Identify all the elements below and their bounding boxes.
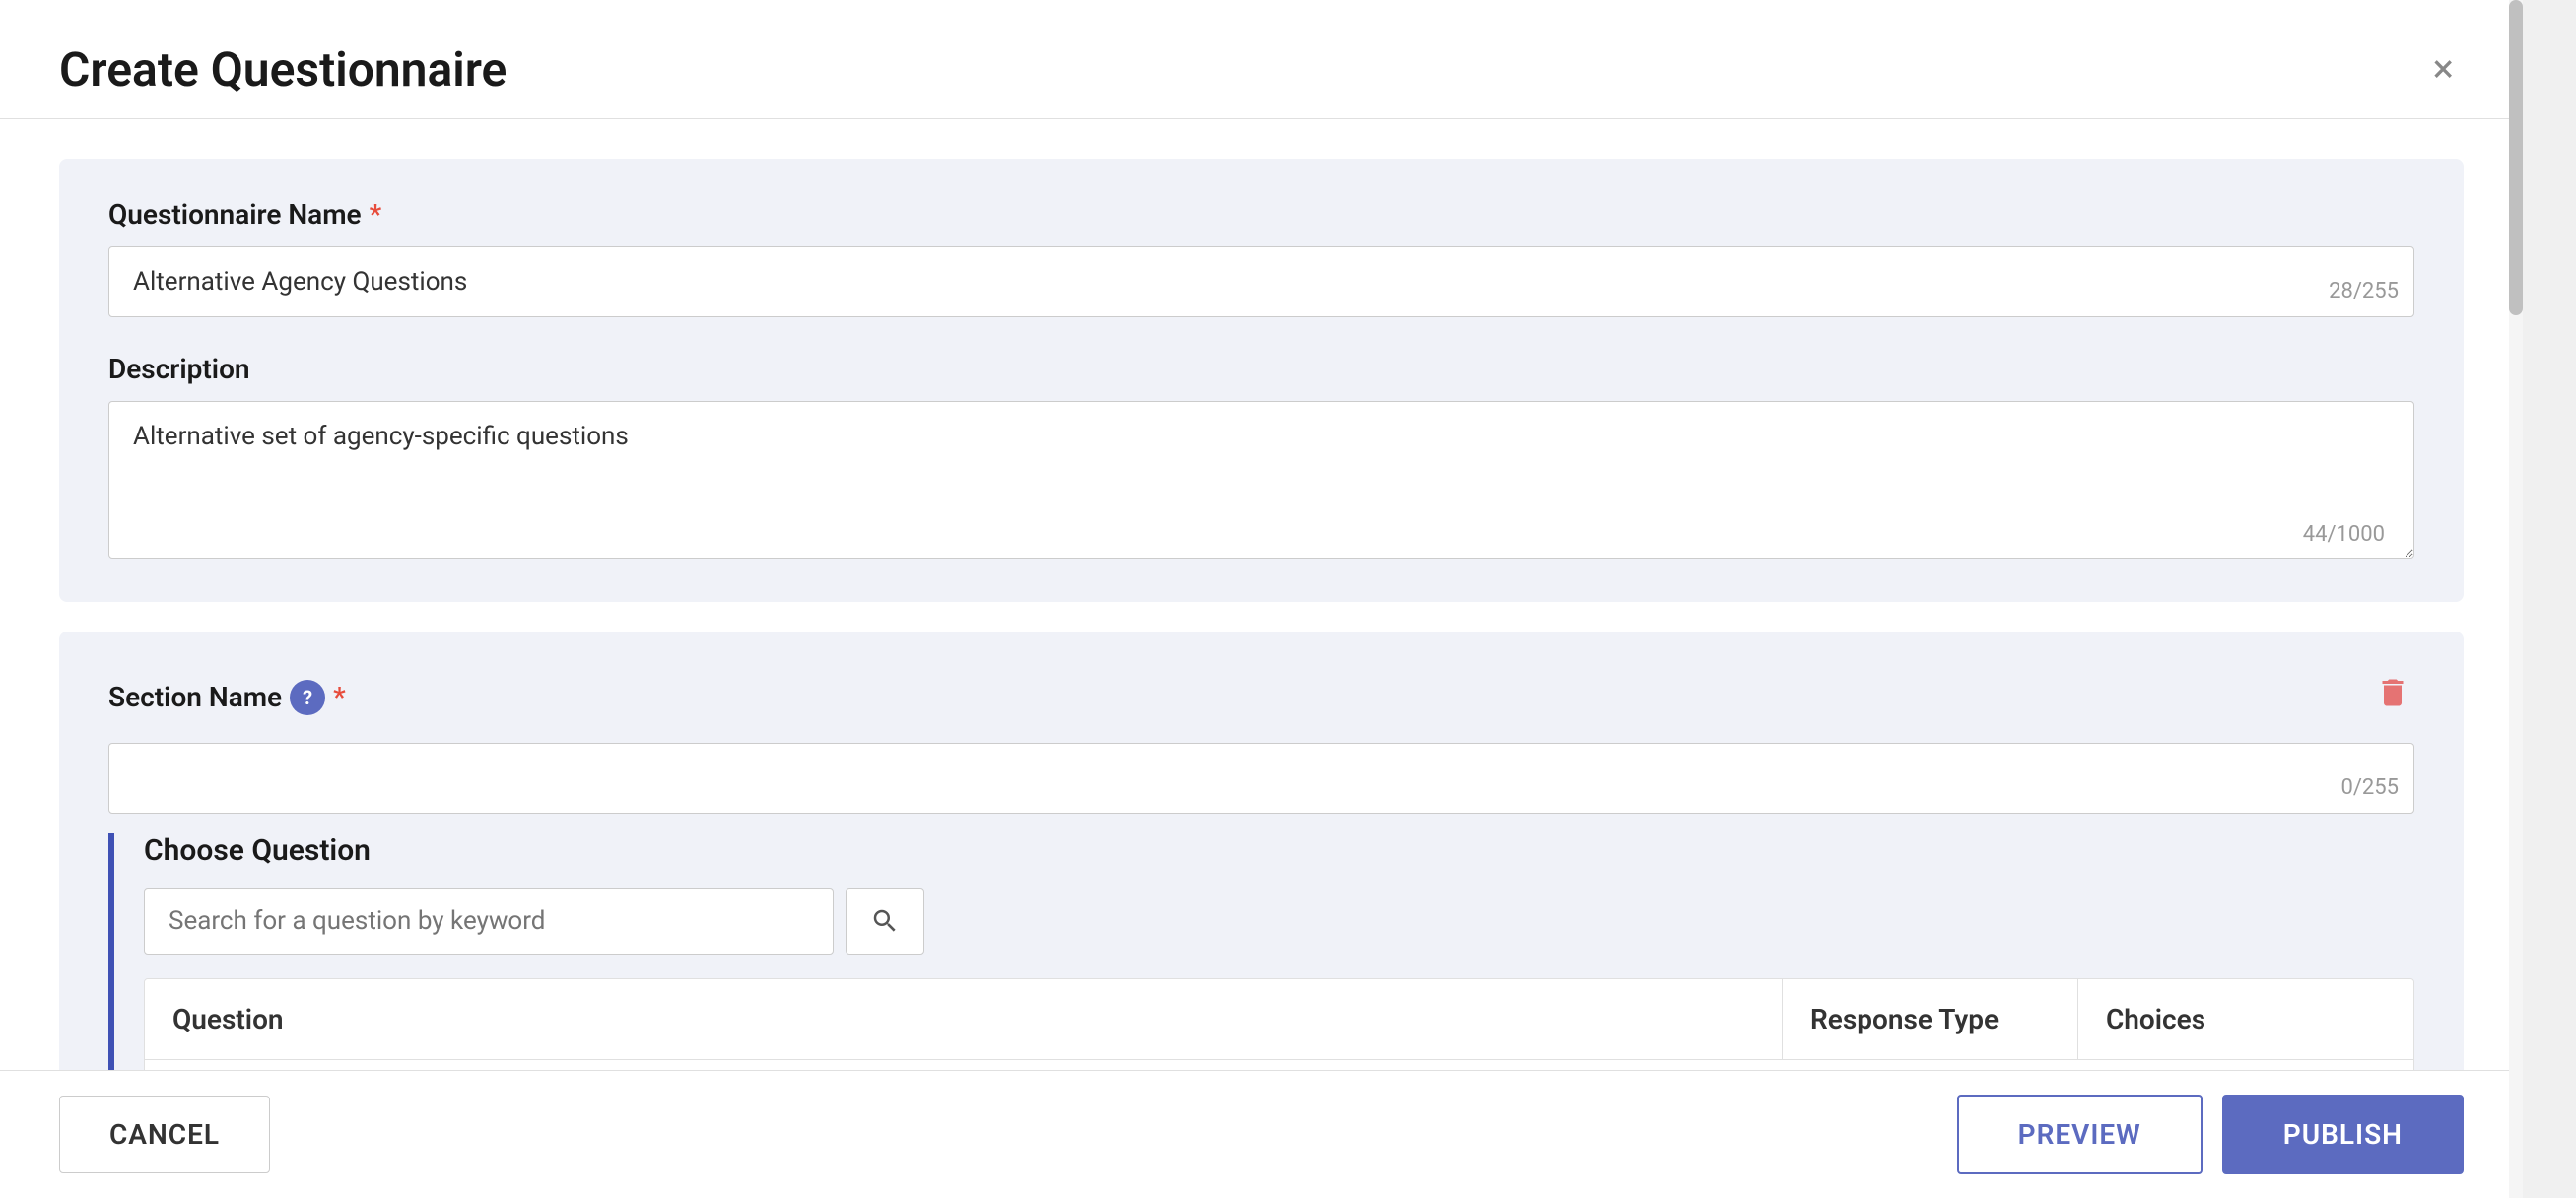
- table-header-question: Question: [145, 979, 1783, 1059]
- section-name-label-group: Section Name ? *: [108, 680, 346, 715]
- section-header: Section Name ? *: [108, 671, 2414, 723]
- modal-body: Questionnaire Name * 28/255 Description …: [0, 119, 2523, 1070]
- description-label: Description: [108, 353, 2414, 385]
- required-star: *: [370, 198, 382, 231]
- section-card: Section Name ? * 0/255 Choose Question: [59, 632, 2464, 1070]
- questionnaire-info-card: Questionnaire Name * 28/255 Description …: [59, 159, 2464, 602]
- scrollbar-track[interactable]: [2509, 0, 2523, 1198]
- table-header: Question Response Type Choices: [145, 979, 2413, 1060]
- questionnaire-name-wrapper: 28/255: [108, 246, 2414, 317]
- search-row: [144, 888, 2414, 955]
- table-body: [145, 1060, 2413, 1070]
- modal-header: Create Questionnaire ×: [0, 0, 2523, 119]
- preview-button[interactable]: PREVIEW: [1957, 1095, 2203, 1174]
- search-button[interactable]: [846, 888, 924, 955]
- section-name-input[interactable]: [108, 743, 2414, 814]
- table-header-response-type: Response Type: [1783, 979, 2078, 1059]
- cancel-button[interactable]: CANCEL: [59, 1096, 270, 1173]
- table-header-choices: Choices: [2078, 979, 2413, 1059]
- section-required-star: *: [333, 681, 346, 713]
- publish-button[interactable]: PUBLISH: [2222, 1095, 2464, 1174]
- question-search-input[interactable]: [144, 888, 834, 955]
- questionnaire-name-char-count: 28/255: [2329, 279, 2399, 303]
- choose-question-box: Choose Question Question Response Type C…: [108, 833, 2414, 1070]
- questionnaire-name-input[interactable]: [108, 246, 2414, 317]
- modal-container: Create Questionnaire × Questionnaire Nam…: [0, 0, 2523, 1198]
- modal-footer: CANCEL PREVIEW PUBLISH: [0, 1070, 2523, 1198]
- description-input[interactable]: Alternative set of agency-specific quest…: [108, 401, 2414, 559]
- scrollbar-thumb[interactable]: [2509, 0, 2523, 315]
- questionnaire-name-label: Questionnaire Name *: [108, 198, 2414, 231]
- footer-right-buttons: PREVIEW PUBLISH: [1957, 1095, 2464, 1174]
- question-table: Question Response Type Choices: [144, 978, 2414, 1070]
- description-wrapper: Alternative set of agency-specific quest…: [108, 401, 2414, 563]
- delete-section-button[interactable]: [2371, 671, 2414, 723]
- description-char-count: 44/1000: [2303, 522, 2385, 547]
- modal-title: Create Questionnaire: [59, 41, 507, 98]
- close-button[interactable]: ×: [2423, 39, 2464, 99]
- choose-question-title: Choose Question: [144, 833, 2414, 868]
- help-icon[interactable]: ?: [290, 680, 325, 715]
- section-name-wrapper: 0/255: [108, 743, 2414, 814]
- section-name-char-count: 0/255: [2340, 775, 2399, 800]
